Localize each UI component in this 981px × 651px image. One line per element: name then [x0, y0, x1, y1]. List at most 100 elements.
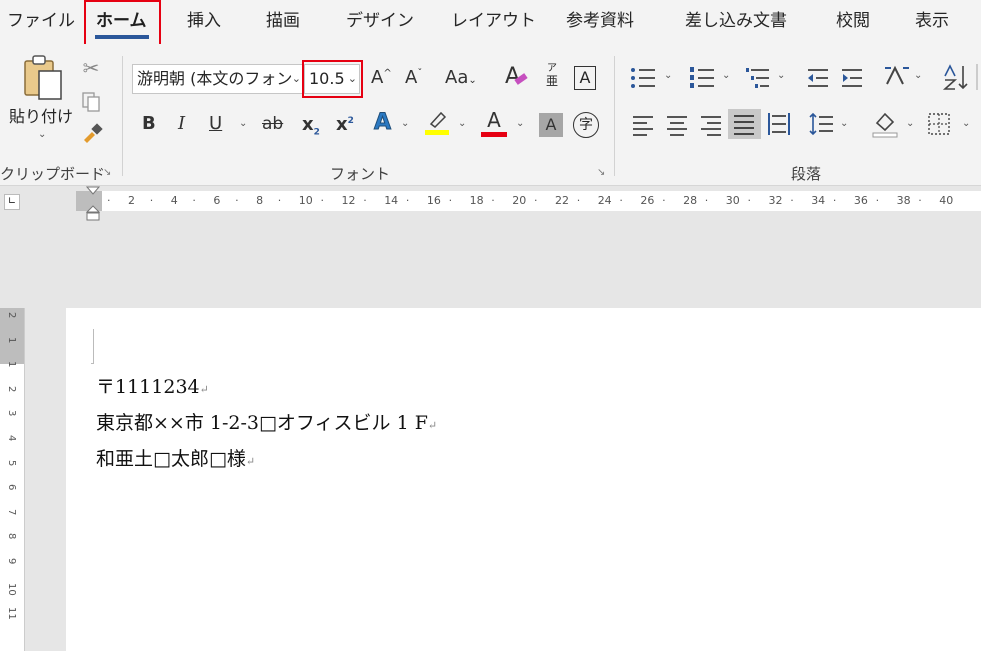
- group-separator: [976, 64, 978, 90]
- strikethrough-button[interactable]: ab: [262, 114, 283, 134]
- ruler-tick-label: 12: [341, 194, 356, 207]
- line-spacing-dropdown-arrow[interactable]: ⌄: [840, 118, 848, 129]
- shading-button[interactable]: [872, 110, 898, 138]
- vertical-ruler-tick-label: 10: [6, 582, 17, 596]
- font-dialog-launcher[interactable]: ↘: [597, 167, 605, 178]
- asian-layout-dropdown-arrow[interactable]: ⌄: [914, 70, 922, 81]
- justify-button[interactable]: [728, 109, 761, 139]
- paint-bucket-icon: [872, 112, 898, 138]
- tab-design[interactable]: デザイン: [346, 0, 414, 44]
- indent-marker[interactable]: [85, 186, 101, 222]
- phonetic-guide-button[interactable]: ア 亜: [544, 63, 560, 87]
- align-center-button[interactable]: [666, 114, 688, 136]
- tab-file[interactable]: ファイル: [7, 0, 75, 44]
- margin-crop-mark: [91, 329, 94, 364]
- shading-dropdown-arrow[interactable]: ⌄: [906, 118, 914, 129]
- borders-button[interactable]: [928, 113, 950, 135]
- ruler-tick-mark: ·: [875, 194, 880, 207]
- subscript-button[interactable]: x2: [302, 114, 320, 138]
- document-page[interactable]: [66, 308, 981, 651]
- multilevel-list-dropdown-arrow[interactable]: ⌄: [777, 70, 785, 81]
- vertical-ruler-tick-label: 6: [6, 484, 17, 491]
- shrink-font-button[interactable]: Aˇ: [405, 67, 422, 88]
- asian-layout-button[interactable]: [883, 64, 911, 90]
- sort-button[interactable]: [942, 64, 970, 90]
- font-name-combo[interactable]: 游明朝 (本文のフォン ⌄: [132, 64, 304, 94]
- numbering-button[interactable]: [689, 66, 715, 90]
- paragraph-group-label: 段落: [791, 165, 822, 183]
- ruler-tick-mark: ·: [320, 194, 325, 207]
- tab-view[interactable]: 表示: [915, 0, 949, 44]
- highlight-dropdown-arrow[interactable]: ⌄: [458, 118, 466, 129]
- enclosed-border-button[interactable]: A: [574, 66, 596, 90]
- numbering-dropdown-arrow[interactable]: ⌄: [722, 70, 730, 81]
- text-effects-dropdown-arrow[interactable]: ⌄: [401, 118, 409, 129]
- ruler-tick-mark: ·: [277, 194, 282, 207]
- tab-layout[interactable]: レイアウト: [451, 0, 536, 44]
- bullets-dropdown-arrow[interactable]: ⌄: [664, 70, 672, 81]
- character-shading-button[interactable]: A: [539, 113, 563, 137]
- paste-icon[interactable]: [20, 53, 66, 103]
- character-border-icon: A: [579, 68, 591, 87]
- grow-font-button[interactable]: A^: [371, 67, 392, 88]
- ruler-tick-mark: ·: [192, 194, 196, 207]
- font-color-dropdown-arrow[interactable]: ⌄: [516, 118, 524, 129]
- copy-icon[interactable]: [80, 90, 102, 114]
- align-right-button[interactable]: [700, 114, 722, 136]
- tab-references[interactable]: 参考資料: [566, 0, 634, 44]
- ruler-tick-mark: ·: [534, 194, 538, 207]
- document-line-address[interactable]: 東京都××市 1-2-3□オフィスビル 1 F↵: [96, 408, 437, 435]
- font-color-button[interactable]: A: [481, 108, 507, 138]
- tab-insert[interactable]: 挿入: [187, 0, 221, 44]
- vertical-ruler-tick-label: 1: [6, 361, 17, 368]
- bullets-button[interactable]: [630, 66, 656, 90]
- line-text: 和亜土□太郎□様: [96, 448, 246, 470]
- chevron-down-icon[interactable]: ⌄: [292, 65, 301, 93]
- tab-mailings[interactable]: 差し込み文書: [685, 0, 787, 44]
- italic-button[interactable]: I: [178, 113, 185, 134]
- ruler-tick-mark: ·: [491, 194, 495, 207]
- ruler-tick-mark: ·: [918, 194, 922, 207]
- horizontal-ruler[interactable]: [76, 191, 981, 211]
- superscript-button[interactable]: x2: [336, 114, 354, 135]
- group-separator: [614, 56, 615, 176]
- borders-dropdown-arrow[interactable]: ⌄: [962, 118, 970, 129]
- highlight-button[interactable]: [425, 110, 449, 136]
- document-line-recipient[interactable]: 和亜土□太郎□様↵: [96, 444, 255, 471]
- tab-selector-icon[interactable]: ∟: [4, 194, 20, 210]
- bold-button[interactable]: B: [142, 113, 156, 134]
- shrink-font-icon: A: [405, 67, 418, 88]
- numbering-icon: [690, 67, 714, 88]
- paste-dropdown-arrow[interactable]: ⌄: [38, 129, 46, 140]
- line-spacing-button[interactable]: [808, 112, 834, 136]
- multilevel-list-button[interactable]: [745, 66, 771, 90]
- distributed-button[interactable]: [767, 112, 791, 136]
- ruler-tick-label: 6: [213, 194, 221, 207]
- vertical-ruler-tick-label: 11: [6, 607, 17, 620]
- ruler-tick-label: 14: [384, 194, 399, 207]
- decrease-indent-button[interactable]: [806, 66, 830, 90]
- clear-formatting-button[interactable]: A: [505, 64, 528, 89]
- clipboard-dialog-launcher[interactable]: ↘: [103, 167, 111, 178]
- ruler-tick-label: 16: [426, 194, 441, 207]
- indent-markers-icon: [85, 186, 101, 221]
- font-size-highlight: [302, 60, 363, 98]
- cut-icon[interactable]: ✂: [80, 56, 102, 80]
- increase-indent-button[interactable]: [840, 66, 864, 90]
- ruler-tick-label: 20: [512, 194, 527, 207]
- format-painter-icon[interactable]: [80, 122, 104, 146]
- tab-review[interactable]: 校閲: [836, 0, 870, 44]
- change-case-button[interactable]: Aa⌄: [445, 67, 477, 88]
- ruler-tick-mark: ·: [576, 194, 581, 207]
- ruler-tick-label: 28: [683, 194, 698, 207]
- tab-draw[interactable]: 描画: [266, 0, 300, 44]
- underline-button[interactable]: U: [209, 113, 222, 134]
- underline-dropdown-arrow[interactable]: ⌄: [239, 118, 247, 129]
- asian-layout-icon: [885, 65, 909, 85]
- enclose-characters-button[interactable]: 字: [573, 112, 599, 138]
- paste-button-label[interactable]: 貼り付け: [9, 103, 73, 127]
- align-left-button[interactable]: [632, 114, 654, 136]
- document-line-postal-code[interactable]: 〒1111234↵: [96, 372, 209, 399]
- text-effects-button[interactable]: A: [373, 110, 391, 136]
- bullets-icon: [631, 68, 655, 88]
